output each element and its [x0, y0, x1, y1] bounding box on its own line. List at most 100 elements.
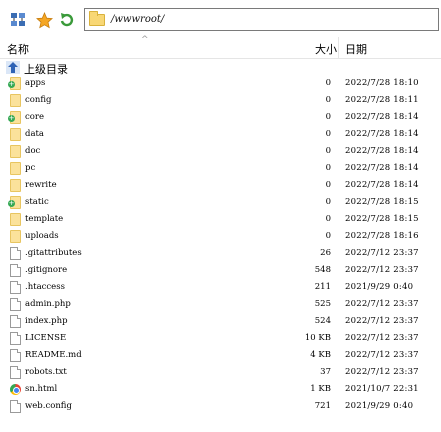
file-name: .htaccess: [25, 282, 65, 292]
file-date: 2022/7/28 18:11: [345, 95, 419, 105]
file-date: 2022/7/12 23:37: [345, 333, 419, 343]
parent-directory-row[interactable]: 上级目录: [0, 60, 441, 76]
file-size: 721: [314, 401, 331, 411]
file-icon: [10, 400, 21, 413]
file-date: 2022/7/28 18:15: [345, 214, 419, 224]
folder-icon: [10, 145, 21, 158]
file-size: 548: [314, 265, 331, 275]
folder-row[interactable]: rewrite 0 2022/7/28 18:14: [0, 177, 441, 194]
file-name: robots.txt: [25, 367, 67, 377]
file-list: 上级目录 + apps 0 2022/7/28 18:10 config 0 2022/7/…: [0, 60, 441, 415]
file-date: 2022/7/28 18:16: [345, 231, 419, 241]
up-directory-icon: [6, 61, 20, 74]
file-name: index.php: [25, 316, 68, 326]
folder-icon: [89, 10, 105, 26]
folder-row[interactable]: template 0 2022/7/28 18:15: [0, 211, 441, 228]
file-name: apps: [25, 78, 46, 88]
file-icon: [10, 366, 21, 379]
file-name: admin.php: [25, 299, 71, 309]
file-size: 26: [320, 248, 331, 258]
folder-row[interactable]: uploads 0 2022/7/28 18:16: [0, 228, 441, 245]
file-date: 2022/7/12 23:37: [345, 367, 419, 377]
file-name: sn.html: [25, 384, 58, 394]
file-size: 0: [325, 197, 331, 207]
file-row[interactable]: web.config 721 2021/9/29 0:40: [0, 398, 441, 415]
file-date: 2022/7/12 23:37: [345, 299, 419, 309]
file-size: 0: [325, 231, 331, 241]
file-date: 2022/7/28 18:10: [345, 78, 419, 88]
file-size: 524: [314, 316, 331, 326]
column-header: ^ 名称 大小 日期: [0, 35, 441, 59]
file-row[interactable]: index.php 524 2022/7/12 23:37: [0, 313, 441, 330]
header-date[interactable]: 日期: [345, 41, 367, 57]
folder-row[interactable]: doc 0 2022/7/28 18:14: [0, 143, 441, 160]
add-badge-icon: +: [8, 199, 15, 207]
file-date: 2021/9/29 0:40: [345, 282, 414, 292]
file-size: 4 KB: [310, 350, 331, 360]
add-badge-icon: +: [8, 114, 15, 122]
folder-row[interactable]: + core 0 2022/7/28 18:14: [0, 109, 441, 126]
folder-icon: [10, 128, 21, 141]
favorite-star-icon[interactable]: [35, 11, 53, 29]
file-size: 0: [325, 112, 331, 122]
file-icon: [10, 332, 21, 345]
folder-row[interactable]: + apps 0 2022/7/28 18:10: [0, 75, 441, 92]
folder-row[interactable]: + static 0 2022/7/28 18:15: [0, 194, 441, 211]
network-drive-icon[interactable]: [9, 11, 27, 29]
file-date: 2022/7/12 23:37: [345, 350, 419, 360]
file-name: config: [25, 95, 52, 105]
file-row[interactable]: admin.php 525 2022/7/12 23:37: [0, 296, 441, 313]
folder-icon: [10, 230, 21, 243]
file-size: 525: [314, 299, 331, 309]
refresh-icon[interactable]: [58, 11, 76, 29]
file-icon: [10, 281, 21, 294]
address-bar[interactable]: /wwwroot/: [84, 8, 439, 31]
sort-arrow-icon: ^: [141, 35, 149, 45]
file-size: 0: [325, 163, 331, 173]
file-name: pc: [25, 163, 36, 173]
file-icon: [10, 298, 21, 311]
file-date: 2022/7/12 23:37: [345, 265, 419, 275]
file-date: 2022/7/28 18:14: [345, 112, 419, 122]
file-row[interactable]: .htaccess 211 2021/9/29 0:40: [0, 279, 441, 296]
file-date: 2022/7/28 18:14: [345, 146, 419, 156]
file-date: 2021/9/29 0:40: [345, 401, 414, 411]
file-name: .gitattributes: [25, 248, 82, 258]
folder-icon: [10, 162, 21, 175]
file-name: rewrite: [25, 180, 57, 190]
file-name: data: [25, 129, 44, 139]
file-row[interactable]: sn.html 1 KB 2021/10/7 22:31: [0, 381, 441, 398]
file-date: 2022/7/28 18:14: [345, 163, 419, 173]
file-date: 2022/7/28 18:14: [345, 180, 419, 190]
file-icon: [10, 315, 21, 328]
file-name: LICENSE: [25, 333, 67, 343]
file-row[interactable]: .gitattributes 26 2022/7/12 23:37: [0, 245, 441, 262]
add-badge-icon: +: [8, 80, 15, 88]
address-path: /wwwroot/: [111, 14, 165, 25]
header-name[interactable]: 名称: [7, 41, 29, 57]
folder-row[interactable]: data 0 2022/7/28 18:14: [0, 126, 441, 143]
file-date: 2021/10/7 22:31: [345, 384, 419, 394]
file-name: web.config: [25, 401, 72, 411]
file-size: 1 KB: [310, 384, 331, 394]
browser-icon: [10, 383, 21, 396]
file-row[interactable]: README.md 4 KB 2022/7/12 23:37: [0, 347, 441, 364]
file-row[interactable]: .gitignore 548 2022/7/12 23:37: [0, 262, 441, 279]
header-size[interactable]: 大小: [315, 41, 337, 57]
column-divider[interactable]: [338, 37, 339, 59]
file-size: 0: [325, 78, 331, 88]
folder-row[interactable]: pc 0 2022/7/28 18:14: [0, 160, 441, 177]
file-name: template: [25, 214, 64, 224]
file-icon: [10, 349, 21, 362]
file-icon: [10, 264, 21, 277]
toolbar: /wwwroot/: [0, 0, 441, 36]
file-size: 0: [325, 129, 331, 139]
folder-icon: +: [8, 111, 21, 124]
folder-icon: [10, 94, 21, 107]
file-row[interactable]: LICENSE 10 KB 2022/7/12 23:37: [0, 330, 441, 347]
file-icon: [10, 247, 21, 260]
file-size: 0: [325, 146, 331, 156]
file-date: 2022/7/12 23:37: [345, 316, 419, 326]
file-row[interactable]: robots.txt 37 2022/7/12 23:37: [0, 364, 441, 381]
folder-row[interactable]: config 0 2022/7/28 18:11: [0, 92, 441, 109]
